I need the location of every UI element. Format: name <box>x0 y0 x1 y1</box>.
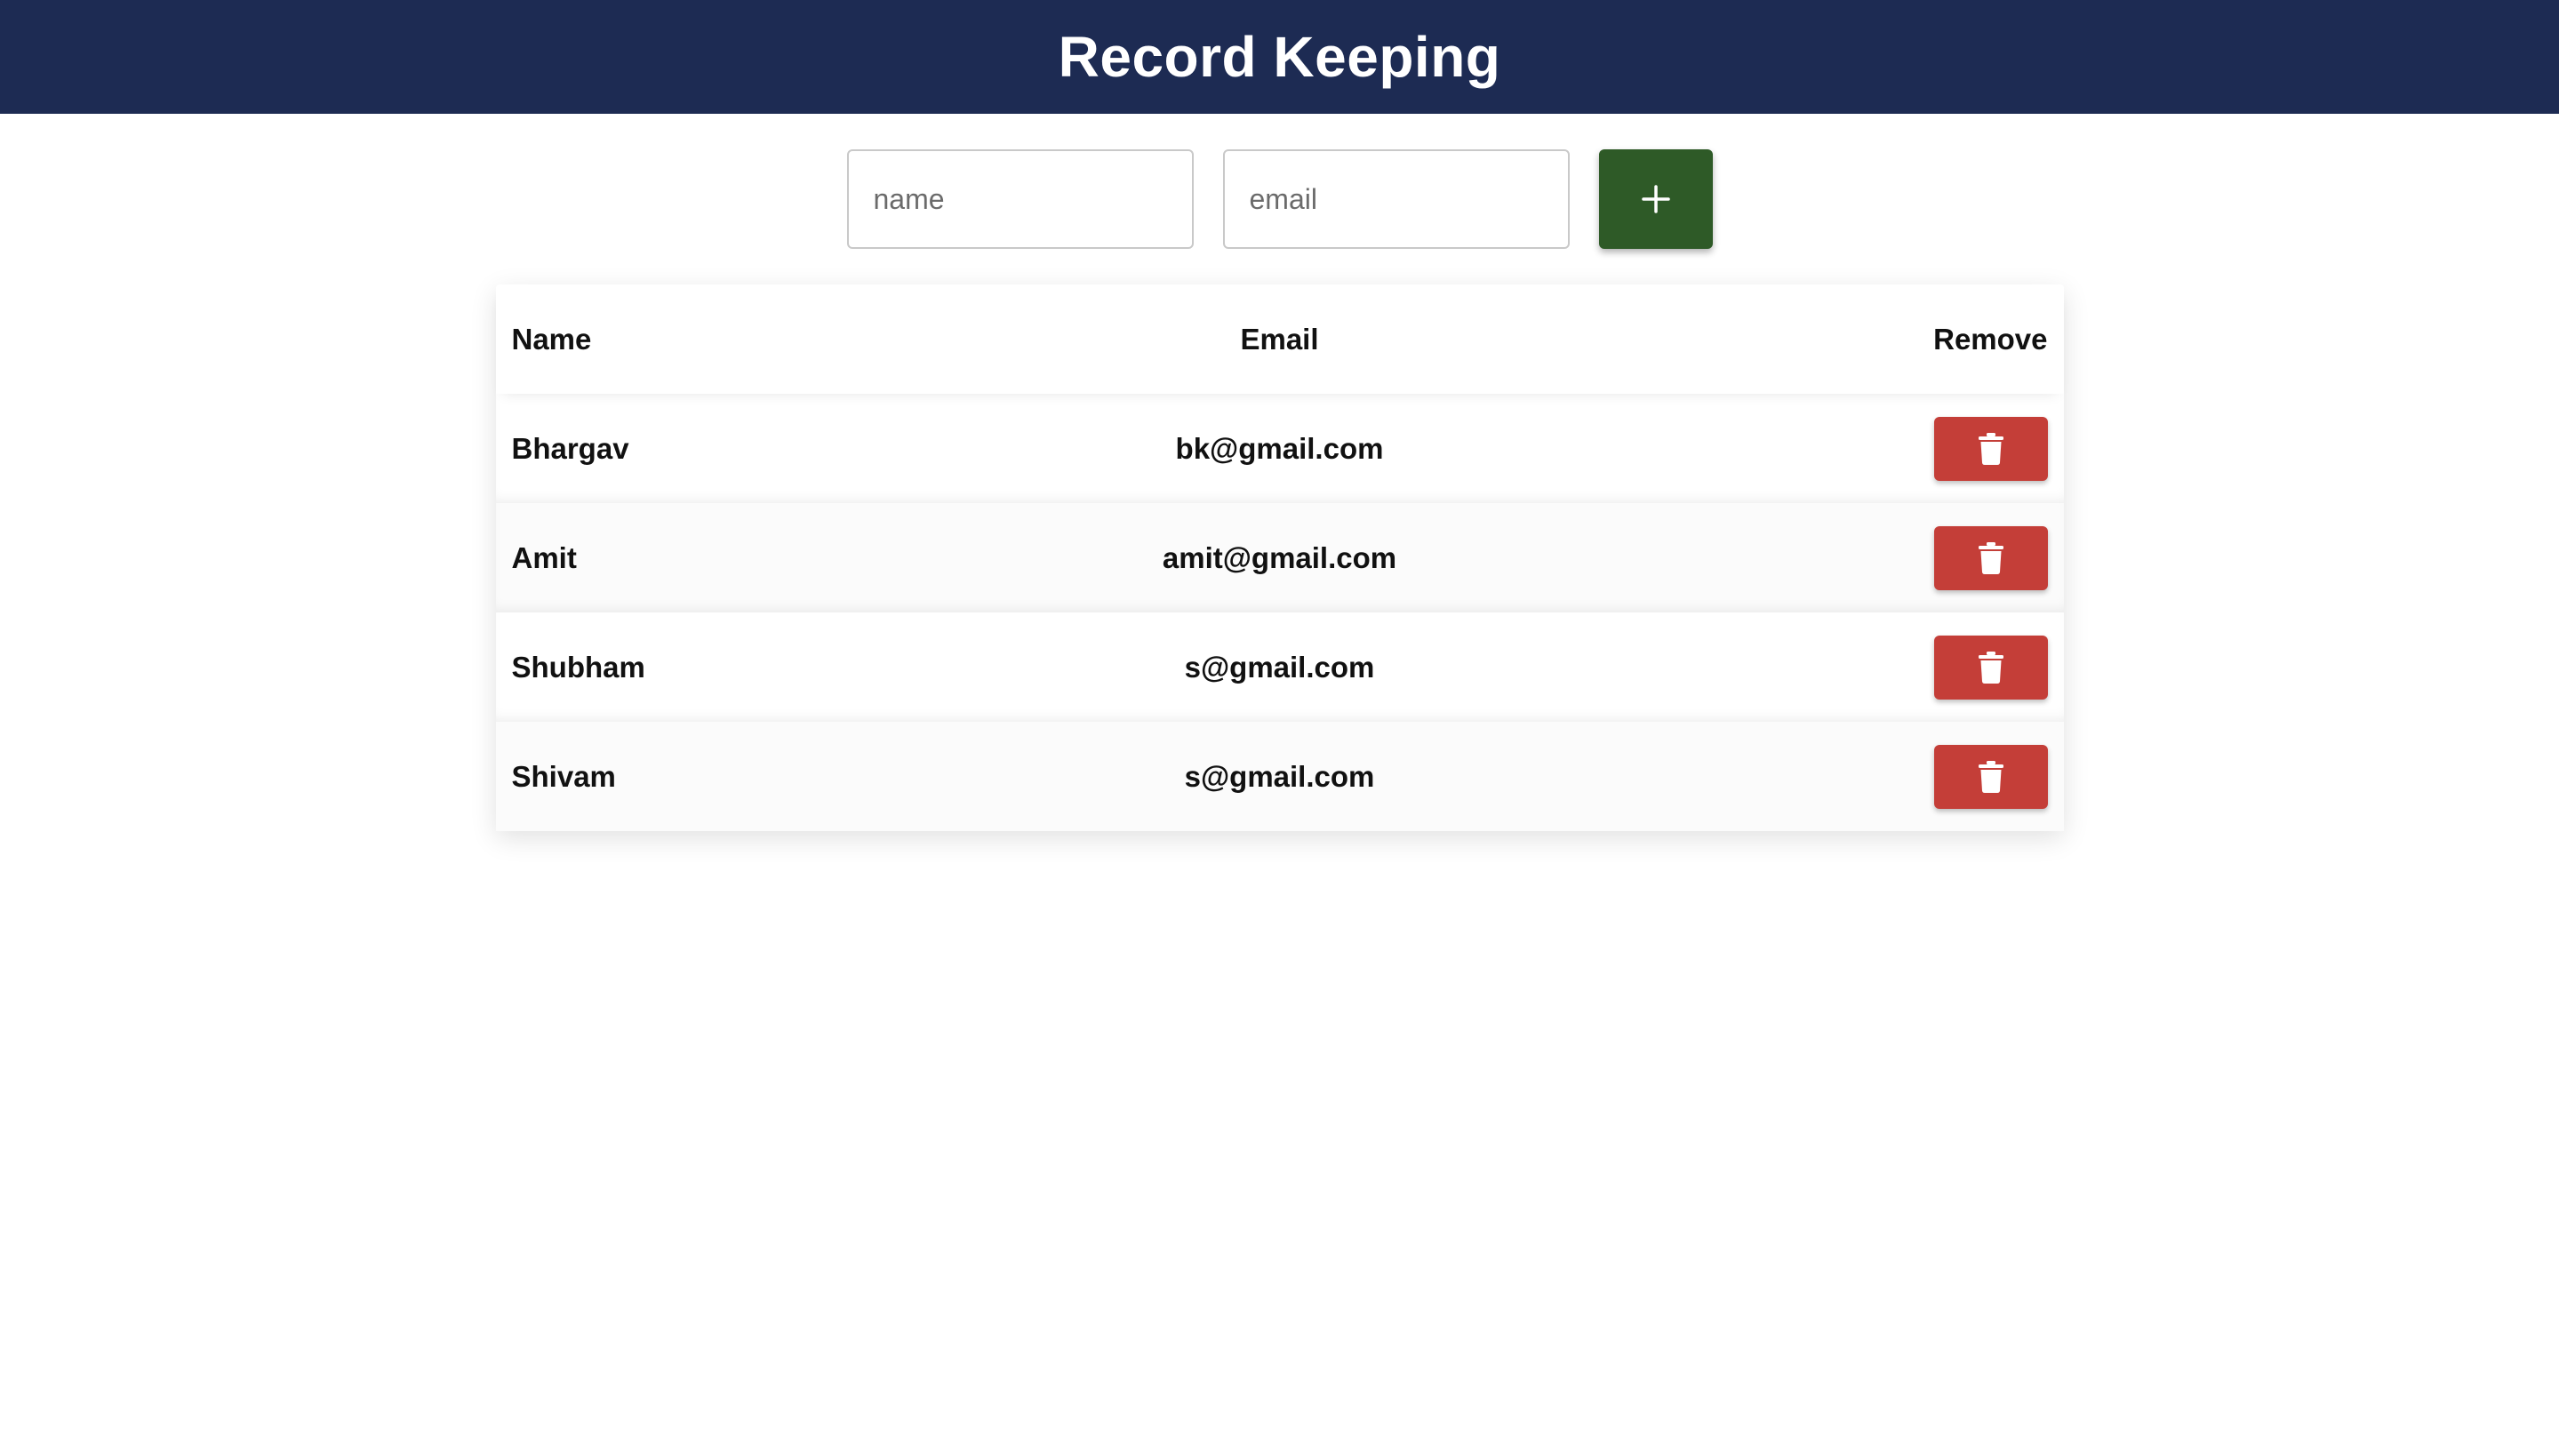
page-title: Record Keeping <box>1058 25 1501 89</box>
delete-button[interactable] <box>1933 416 2048 481</box>
table-row: Shivam s@gmail.com <box>495 722 2064 831</box>
row-email: amit@gmail.com <box>1162 540 1397 574</box>
delete-button[interactable] <box>1933 525 2048 590</box>
trash-icon <box>1978 760 2003 793</box>
column-header-remove: Remove <box>1933 322 2048 356</box>
add-record-form <box>0 149 2559 249</box>
row-remove-cell <box>1692 635 2048 700</box>
table-header: Name Email Remove <box>496 284 2064 394</box>
trash-icon <box>1978 541 2003 574</box>
row-remove-cell <box>1692 744 2048 809</box>
column-header-name: Name <box>511 322 592 356</box>
trash-icon <box>1978 651 2003 684</box>
row-email: bk@gmail.com <box>1175 431 1384 465</box>
table-row: Shubham s@gmail.com <box>496 612 2064 722</box>
table-row: Amit amit@gmail.com <box>495 503 2064 612</box>
row-name: Shivam <box>511 759 616 793</box>
delete-button[interactable] <box>1933 635 2048 700</box>
add-button[interactable] <box>1598 149 1713 249</box>
row-remove-cell <box>1692 525 2048 590</box>
plus-icon <box>1641 185 1670 213</box>
row-name: Bhargav <box>511 431 629 465</box>
delete-button[interactable] <box>1933 744 2048 809</box>
column-header-email: Email <box>1240 322 1319 356</box>
records-table: Name Email Remove Bhargav bk@gmail.com A… <box>495 284 2064 831</box>
app-header: Record Keeping <box>0 0 2559 114</box>
row-remove-cell <box>1692 416 2048 481</box>
name-input[interactable] <box>846 149 1194 249</box>
row-email: s@gmail.com <box>1184 650 1375 684</box>
row-name: Shubham <box>511 650 645 684</box>
table-row: Bhargav bk@gmail.com <box>496 394 2064 503</box>
trash-icon <box>1978 432 2003 465</box>
row-email: s@gmail.com <box>1184 759 1375 793</box>
email-input[interactable] <box>1222 149 1570 249</box>
row-name: Amit <box>511 540 577 574</box>
